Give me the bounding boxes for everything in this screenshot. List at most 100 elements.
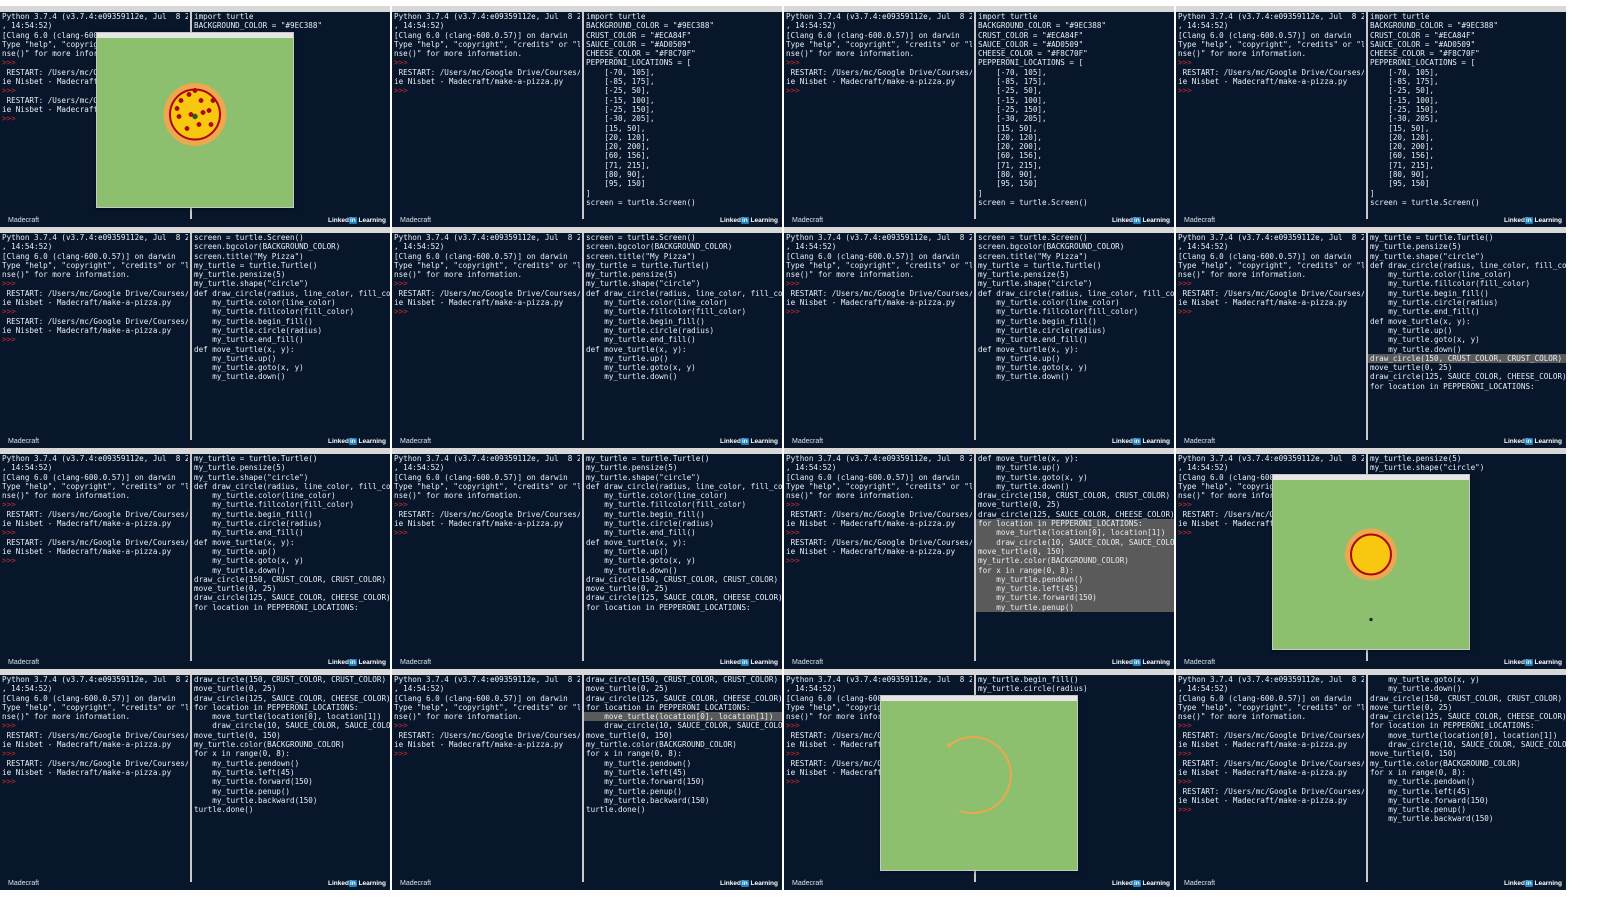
shell-line: [Clang 6.0 (clang-600.0.57)] on darwin: [1178, 693, 1352, 703]
code-editor-window[interactable]: screen = turtle.Screen() screen.bgcolor(B…: [190, 233, 390, 440]
code-line: for x in range(0, 8):: [194, 749, 291, 759]
shell-line: RESTART: /Users/mc/Google Drive/Courses/…: [786, 67, 972, 77]
code-line: screen = turtle.Screen(): [978, 233, 1088, 242]
learning-text: Learning: [1532, 437, 1562, 445]
code-line: move_turtle(location[0], location[1]): [194, 712, 382, 722]
python-shell-window[interactable]: Python 3.7.4 (v3.7.4:e09359112e, Jul 8 2…: [784, 233, 972, 440]
code-line: draw_circle(150, CRUST_COLOR, CRUST_COLO…: [194, 675, 387, 684]
code-editor-window[interactable]: def move_turtle(x, y): my_turtle.up() my…: [974, 454, 1174, 661]
shell-line: Python 3.7.4 (v3.7.4:e09359112e, Jul 8 2…: [1178, 12, 1364, 21]
code-line: [-25, 50],: [586, 86, 651, 96]
linkedin-text: Linked: [720, 437, 741, 445]
code-line: [-85, 175],: [586, 77, 655, 87]
linkedin-in-badge: in: [740, 437, 749, 445]
shell-line: Python 3.7.4 (v3.7.4:e09359112e, Jul 8 2…: [2, 454, 188, 463]
python-shell-window[interactable]: Python 3.7.4 (v3.7.4:e09359112e, Jul 8 2…: [0, 233, 188, 440]
python-shell-window[interactable]: Python 3.7.4 (v3.7.4:e09359112e, Jul 8 2…: [784, 454, 972, 661]
code-line: move_turtle(0, 150): [194, 730, 281, 740]
shell-line: , 14:54:52): [786, 21, 837, 31]
linkedin-learning-logo: Linkedin Learning: [1112, 437, 1170, 445]
code-line: screen = turtle.Screen(): [586, 197, 696, 207]
code-line: for location in PEPPERONI_LOCATIONS:: [586, 702, 751, 712]
turtle-graphics-window[interactable]: [880, 695, 1078, 871]
shell-line: >>>: [2, 500, 21, 510]
code-line: my_turtle.down(): [1370, 684, 1462, 694]
shell-line: ie Nisbet - Madecraft/make-a-pizza.py: [1178, 740, 1348, 750]
pepperoni: [196, 122, 202, 127]
code-line: my_turtle.shape("circle"): [978, 279, 1093, 289]
code-line: my_turtle.backward(150): [586, 795, 710, 805]
code-editor-window[interactable]: draw_circle(150, CRUST_COLOR, CRUST_COLO…: [190, 675, 390, 882]
shell-line: nse()" for more information.: [786, 491, 915, 501]
python-shell-window[interactable]: Python 3.7.4 (v3.7.4:e09359112e, Jul 8 2…: [0, 675, 188, 882]
turtle-graphics-window[interactable]: [1272, 474, 1470, 650]
code-line: [80, 90],: [978, 170, 1038, 180]
python-shell-window[interactable]: Python 3.7.4 (v3.7.4:e09359112e, Jul 8 2…: [392, 233, 580, 440]
code-editor-window[interactable]: my_turtle.goto(x, y) my_turtle.down() dra…: [1366, 675, 1566, 882]
python-shell-window[interactable]: Python 3.7.4 (v3.7.4:e09359112e, Jul 8 2…: [0, 454, 188, 661]
screenshot-grid: Python 3.7.4 (v3.7.4:e09359112e, Jul 8 2…: [0, 0, 1600, 906]
code-line: draw_circle(150, CRUST_COLOR, CRUST_COLO…: [1368, 353, 1566, 364]
code-editor-window[interactable]: screen = turtle.Screen() screen.bgcolor(B…: [974, 233, 1174, 440]
madecraft-logo: Madecraft: [400, 879, 432, 887]
shell-line: ie Nisbet - Madecraft/make-a-pizza.py: [394, 77, 564, 87]
python-shell-window[interactable]: Python 3.7.4 (v3.7.4:e09359112e, Jul 8 2…: [1176, 675, 1364, 882]
code-line: def move_turtle(x, y):: [586, 344, 687, 354]
code-line: my_turtle.backward(150): [1370, 814, 1494, 824]
idle-screenshot-tile: Python 3.7.4 (v3.7.4:e09359112e, Jul 8 2…: [1176, 227, 1566, 448]
python-shell-window[interactable]: Python 3.7.4 (v3.7.4:e09359112e, Jul 8 2…: [392, 12, 580, 219]
code-line: my_turtle.penup(): [194, 786, 291, 796]
shell-line: >>>: [394, 279, 413, 289]
code-editor-window[interactable]: draw_circle(150, CRUST_COLOR, CRUST_COLO…: [582, 675, 782, 882]
shell-line: , 14:54:52): [2, 684, 53, 694]
code-line: my_turtle.begin_fill(): [978, 316, 1097, 326]
code-line: my_turtle.fillcolor(fill_color): [1370, 279, 1531, 289]
code-line: my_turtle.down(): [978, 372, 1070, 382]
code-line: [95, 150]: [1370, 179, 1430, 189]
code-line: my_turtle.color(BACKGROUND_COLOR): [976, 556, 1174, 566]
code-line: SAUCE_COLOR = "#AD0509": [978, 39, 1084, 49]
shell-line: Type "help", "copyright", "credits" or "…: [1178, 260, 1364, 270]
pepperoni: [192, 88, 198, 93]
python-shell-window[interactable]: Python 3.7.4 (v3.7.4:e09359112e, Jul 8 2…: [1176, 233, 1364, 440]
linkedin-text: Linked: [1112, 216, 1133, 224]
code-editor-window[interactable]: import turtle BACKGROUND_COLOR = "#9EC388…: [582, 12, 782, 219]
shell-line: , 14:54:52): [394, 242, 445, 252]
code-line: [60, 156],: [1370, 151, 1435, 161]
turtle-graphics-window[interactable]: [96, 32, 294, 208]
video-footer: Madecraft Linkedin Learning: [392, 655, 782, 669]
code-line: my_turtle.forward(150): [194, 777, 313, 787]
code-line: CRUST_COLOR = "#ECA84F": [586, 30, 692, 40]
code-line: my_turtle.color(line_color): [1370, 270, 1512, 280]
code-line: def draw_circle(radius, line_color, fill…: [1370, 260, 1566, 270]
linkedin-learning-logo: Linkedin Learning: [328, 658, 386, 666]
code-editor-window[interactable]: my_turtle = turtle.Turtle() my_turtle.pen…: [190, 454, 390, 661]
shell-line: , 14:54:52): [394, 21, 445, 31]
linkedin-learning-logo: Linkedin Learning: [1504, 879, 1562, 887]
idle-screenshot-tile: Python 3.7.4 (v3.7.4:e09359112e, Jul 8 2…: [392, 669, 782, 890]
linkedin-learning-logo: Linkedin Learning: [1504, 658, 1562, 666]
madecraft-logo: Madecraft: [1184, 658, 1216, 666]
shell-line: [Clang 6.0 (clang-600.0.57)] on darwin: [394, 251, 568, 261]
code-editor-window[interactable]: import turtle BACKGROUND_COLOR = "#9EC388…: [1366, 12, 1566, 219]
code-editor-window[interactable]: screen = turtle.Screen() screen.bgcolor(B…: [582, 233, 782, 440]
code-line: [71, 215],: [1370, 160, 1435, 170]
pepperoni: [176, 114, 182, 119]
code-line: [-30, 205],: [978, 114, 1047, 124]
code-line: PEPPERONI_LOCATIONS = [: [1370, 58, 1476, 68]
code-line: SAUCE_COLOR = "#AD0509": [586, 39, 692, 49]
code-editor-window[interactable]: my_turtle = turtle.Turtle() my_turtle.pen…: [1366, 233, 1566, 440]
code-editor-window[interactable]: import turtle BACKGROUND_COLOR = "#9EC388…: [974, 12, 1174, 219]
python-shell-window[interactable]: Python 3.7.4 (v3.7.4:e09359112e, Jul 8 2…: [392, 454, 580, 661]
shell-line: [Clang 6.0 (clang-600.0.57)] on darwin: [1178, 251, 1352, 261]
linkedin-in-badge: in: [348, 437, 357, 445]
code-line: my_turtle.circle(radius): [586, 325, 715, 335]
python-shell-window[interactable]: Python 3.7.4 (v3.7.4:e09359112e, Jul 8 2…: [1176, 12, 1364, 219]
code-line: def move_turtle(x, y):: [586, 537, 687, 547]
code-editor-window[interactable]: my_turtle = turtle.Turtle() my_turtle.pen…: [582, 454, 782, 661]
python-shell-window[interactable]: Python 3.7.4 (v3.7.4:e09359112e, Jul 8 2…: [784, 12, 972, 219]
shell-line: RESTART: /Users/mc/Google Drive/Courses/…: [786, 537, 972, 547]
shell-line: >>>: [394, 58, 413, 68]
python-shell-window[interactable]: Python 3.7.4 (v3.7.4:e09359112e, Jul 8 2…: [392, 675, 580, 882]
turtle-cursor: [1369, 617, 1373, 622]
